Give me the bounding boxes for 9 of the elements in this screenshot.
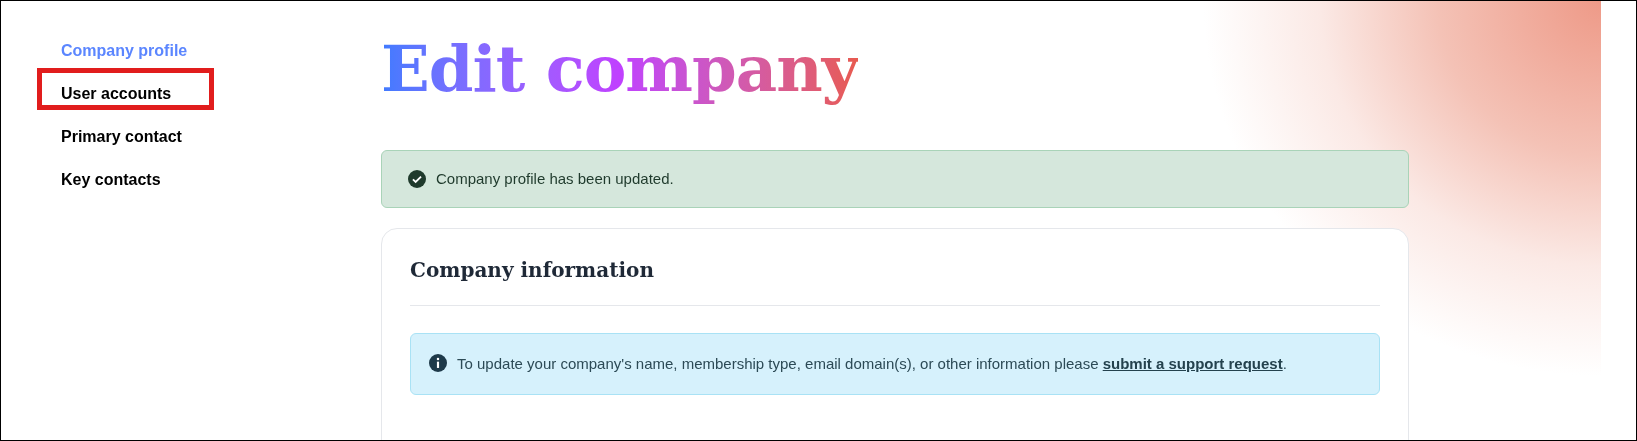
check-circle-icon	[408, 170, 426, 188]
card-title: Company information	[410, 255, 1380, 306]
support-request-link[interactable]: submit a support request	[1102, 355, 1283, 372]
sidebar-link[interactable]: Primary contact	[61, 125, 182, 149]
alert-message: Company profile has been updated.	[436, 168, 674, 189]
sidebar-link[interactable]: User accounts	[61, 82, 172, 106]
info-icon	[429, 354, 447, 372]
sidebar-link[interactable]: Key contacts	[61, 168, 161, 192]
info-message: To update your company's name, membership type, email domain(s), or other information please submit a support request.	[457, 354, 1288, 374]
